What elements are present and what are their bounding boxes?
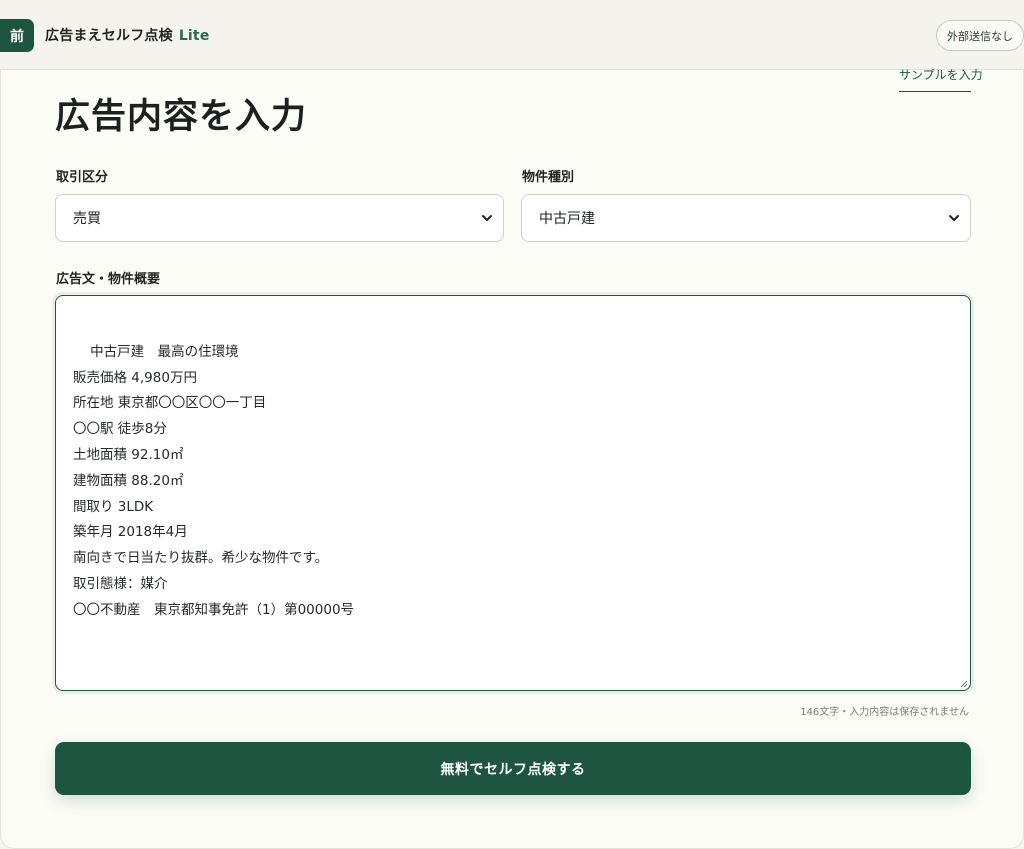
chevron-down-icon <box>482 215 492 221</box>
input-card: サンプルを入力 広告内容を入力 取引区分 売買 物件種別 中古戸建 広告文・物件… <box>0 68 1024 849</box>
privacy-badge: 外部送信なし <box>936 20 1024 51</box>
property-type-value: 中古戸建 <box>539 211 595 227</box>
ad-text-value: 中古戸建 最高の住環境 販売価格 4,980万円 所在地 東京都〇〇区〇〇一丁目… <box>73 343 355 618</box>
char-count-note: 146文字・入力内容は保存されません <box>800 707 969 718</box>
transaction-type-select[interactable]: 売買 <box>55 194 504 242</box>
resize-grip-icon[interactable] <box>959 679 968 688</box>
page-title: 広告内容を入力 <box>55 97 308 137</box>
ad-text-textarea[interactable]: 中古戸建 最高の住環境 販売価格 4,980万円 所在地 東京都〇〇区〇〇一丁目… <box>55 295 971 691</box>
transaction-type-value: 売買 <box>73 211 101 227</box>
ad-text-label: 広告文・物件概要 <box>56 272 161 287</box>
property-type-label: 物件種別 <box>522 170 575 185</box>
submit-self-check-button[interactable]: 無料でセルフ点検する <box>55 742 971 795</box>
app-title-text: 広告まえセルフ点検 <box>45 28 173 44</box>
property-type-select[interactable]: 中古戸建 <box>521 194 971 242</box>
sample-input-link[interactable]: サンプルを入力 <box>899 64 983 92</box>
app-edition: Lite <box>178 28 210 44</box>
transaction-type-label: 取引区分 <box>56 170 109 185</box>
chevron-down-icon <box>949 215 959 221</box>
app-title: 広告まえセルフ点検 Lite <box>45 25 210 45</box>
app-header: 前 広告まえセルフ点検 Lite 外部送信なし <box>0 0 1024 70</box>
app-logo-badge: 前 <box>0 19 34 52</box>
